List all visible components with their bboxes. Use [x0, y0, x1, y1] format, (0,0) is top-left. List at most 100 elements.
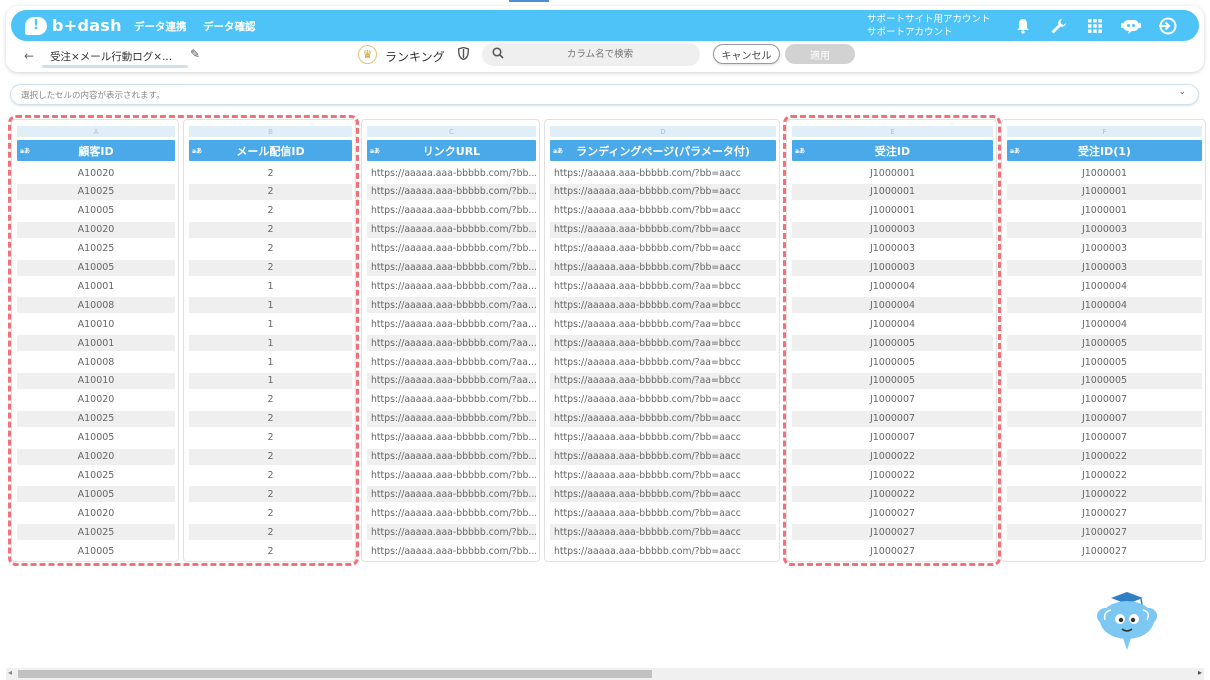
table-cell[interactable]: 1 — [189, 297, 352, 314]
table-cell[interactable]: J1000022 — [792, 486, 993, 503]
table-cell[interactable]: 2 — [189, 203, 352, 219]
horizontal-scrollbar[interactable]: ◂ ▸ — [6, 668, 1204, 680]
crown-icon[interactable]: ♛ — [358, 45, 377, 64]
table-cell[interactable]: https://aaaaa.aaa-bbbbb.com/?bb... — [367, 392, 536, 408]
wrench-icon[interactable] — [1048, 16, 1068, 36]
table-cell[interactable]: https://aaaaa.aaa-bbbbb.com/?bb... — [367, 203, 536, 219]
table-cell[interactable]: J1000005 — [1007, 354, 1202, 370]
table-cell[interactable]: J1000005 — [1007, 335, 1202, 352]
table-cell[interactable]: 2 — [189, 410, 352, 427]
table-cell[interactable]: 2 — [189, 505, 352, 521]
table-cell[interactable]: A10005 — [17, 486, 175, 503]
table-cell[interactable]: A10020 — [17, 221, 175, 238]
table-cell[interactable]: https://aaaaa.aaa-bbbbb.com/?aa... — [367, 297, 536, 314]
table-cell[interactable]: https://aaaaa.aaa-bbbbb.com/?bb... — [367, 221, 536, 238]
table-cell[interactable]: J1000027 — [792, 543, 993, 559]
table-cell[interactable]: J1000007 — [1007, 392, 1202, 408]
table-cell[interactable]: A10005 — [17, 203, 175, 219]
table-cell[interactable]: 1 — [189, 354, 352, 370]
column-header[interactable]: aあ 受注ID(1) — [1007, 140, 1202, 161]
ranking-label[interactable]: ランキング — [385, 48, 445, 65]
table-cell[interactable]: https://aaaaa.aaa-bbbbb.com/?aa=bbcc — [550, 372, 776, 389]
table-cell[interactable]: J1000022 — [1007, 448, 1202, 465]
table-cell[interactable]: https://aaaaa.aaa-bbbbb.com/?bb=aacc — [550, 259, 776, 276]
table-cell[interactable]: https://aaaaa.aaa-bbbbb.com/?bb=aacc — [550, 392, 776, 408]
table-cell[interactable]: https://aaaaa.aaa-bbbbb.com/?bb=aacc — [550, 241, 776, 257]
table-cell[interactable]: https://aaaaa.aaa-bbbbb.com/?aa=bbcc — [550, 278, 776, 294]
table-cell[interactable]: J1000001 — [1007, 203, 1202, 219]
table-cell[interactable]: A10020 — [17, 448, 175, 465]
table-cell[interactable]: A10020 — [17, 505, 175, 521]
table-cell[interactable]: https://aaaaa.aaa-bbbbb.com/?bb=aacc — [550, 410, 776, 427]
column-letter[interactable]: F — [1007, 126, 1202, 137]
table-cell[interactable]: 1 — [189, 316, 352, 332]
table-cell[interactable]: https://aaaaa.aaa-bbbbb.com/?bb... — [367, 543, 536, 559]
table-cell[interactable]: J1000004 — [1007, 297, 1202, 314]
table-cell[interactable]: J1000005 — [792, 372, 993, 389]
table-cell[interactable]: J1000003 — [1007, 241, 1202, 257]
search-input[interactable] — [510, 46, 690, 63]
table-cell[interactable]: https://aaaaa.aaa-bbbbb.com/?aa... — [367, 372, 536, 389]
column-letter[interactable]: B — [189, 126, 352, 137]
table-cell[interactable]: J1000005 — [1007, 372, 1202, 389]
table-cell[interactable]: A10020 — [17, 165, 175, 181]
table-cell[interactable]: 1 — [189, 278, 352, 294]
table-cell[interactable]: A10010 — [17, 316, 175, 332]
table-cell[interactable]: https://aaaaa.aaa-bbbbb.com/?bb... — [367, 165, 536, 181]
table-cell[interactable]: https://aaaaa.aaa-bbbbb.com/?bb=aacc — [550, 221, 776, 238]
table-cell[interactable]: https://aaaaa.aaa-bbbbb.com/?bb... — [367, 183, 536, 200]
table-cell[interactable]: 1 — [189, 372, 352, 389]
table-cell[interactable]: https://aaaaa.aaa-bbbbb.com/?bb... — [367, 486, 536, 503]
table-cell[interactable]: J1000003 — [1007, 259, 1202, 276]
table-cell[interactable]: J1000001 — [792, 183, 993, 200]
column-letter[interactable]: A — [17, 126, 175, 137]
table-cell[interactable]: J1000003 — [792, 221, 993, 238]
table-cell[interactable]: J1000007 — [792, 410, 993, 427]
table-cell[interactable]: https://aaaaa.aaa-bbbbb.com/?aa... — [367, 354, 536, 370]
table-cell[interactable]: J1000027 — [1007, 505, 1202, 521]
table-cell[interactable]: https://aaaaa.aaa-bbbbb.com/?bb... — [367, 430, 536, 446]
table-cell[interactable]: J1000027 — [1007, 524, 1202, 541]
table-cell[interactable]: J1000007 — [792, 392, 993, 408]
column-header[interactable]: aあ 受注ID — [792, 140, 993, 161]
table-cell[interactable]: J1000003 — [792, 241, 993, 257]
table-cell[interactable]: https://aaaaa.aaa-bbbbb.com/?aa... — [367, 316, 536, 332]
table-cell[interactable]: A10001 — [17, 278, 175, 294]
table-cell[interactable]: J1000003 — [792, 259, 993, 276]
table-cell[interactable]: https://aaaaa.aaa-bbbbb.com/?bb=aacc — [550, 543, 776, 559]
column-header[interactable]: aあ メール配信ID — [189, 140, 352, 161]
table-cell[interactable]: https://aaaaa.aaa-bbbbb.com/?bb... — [367, 505, 536, 521]
table-cell[interactable]: J1000022 — [792, 467, 993, 483]
table-cell[interactable]: https://aaaaa.aaa-bbbbb.com/?bb... — [367, 410, 536, 427]
table-cell[interactable]: J1000022 — [792, 448, 993, 465]
account-info[interactable]: サポートサイト用アカウント サポートアカウント — [867, 13, 991, 39]
table-cell[interactable]: J1000004 — [792, 316, 993, 332]
table-cell[interactable]: J1000022 — [1007, 467, 1202, 483]
table-cell[interactable]: https://aaaaa.aaa-bbbbb.com/?bb=aacc — [550, 524, 776, 541]
chat-bot-icon[interactable] — [1121, 16, 1141, 36]
table-cell[interactable]: A10008 — [17, 354, 175, 370]
table-cell[interactable]: J1000001 — [1007, 183, 1202, 200]
table-cell[interactable]: 2 — [189, 486, 352, 503]
table-cell[interactable]: https://aaaaa.aaa-bbbbb.com/?aa... — [367, 278, 536, 294]
table-cell[interactable]: https://aaaaa.aaa-bbbbb.com/?aa=bbcc — [550, 297, 776, 314]
column-letter[interactable]: D — [550, 126, 776, 137]
mascot-icon[interactable] — [1097, 590, 1161, 656]
column-header[interactable]: aあ リンクURL — [367, 140, 536, 161]
table-cell[interactable]: 2 — [189, 183, 352, 200]
table-cell[interactable]: 2 — [189, 524, 352, 541]
table-cell[interactable]: A10025 — [17, 183, 175, 200]
table-cell[interactable]: J1000004 — [1007, 278, 1202, 294]
table-cell[interactable]: J1000027 — [792, 524, 993, 541]
table-cell[interactable]: 2 — [189, 467, 352, 483]
logout-icon[interactable] — [1157, 16, 1177, 36]
table-cell[interactable]: J1000027 — [792, 505, 993, 521]
breadcrumb[interactable]: 受注×メール行動ログ×... — [50, 49, 172, 64]
table-cell[interactable]: A10010 — [17, 372, 175, 389]
table-cell[interactable]: 2 — [189, 221, 352, 238]
table-cell[interactable]: 2 — [189, 543, 352, 559]
table-cell[interactable]: A10025 — [17, 467, 175, 483]
bell-icon[interactable] — [1013, 16, 1033, 36]
table-cell[interactable]: https://aaaaa.aaa-bbbbb.com/?bb=aacc — [550, 467, 776, 483]
table-cell[interactable]: 2 — [189, 165, 352, 181]
